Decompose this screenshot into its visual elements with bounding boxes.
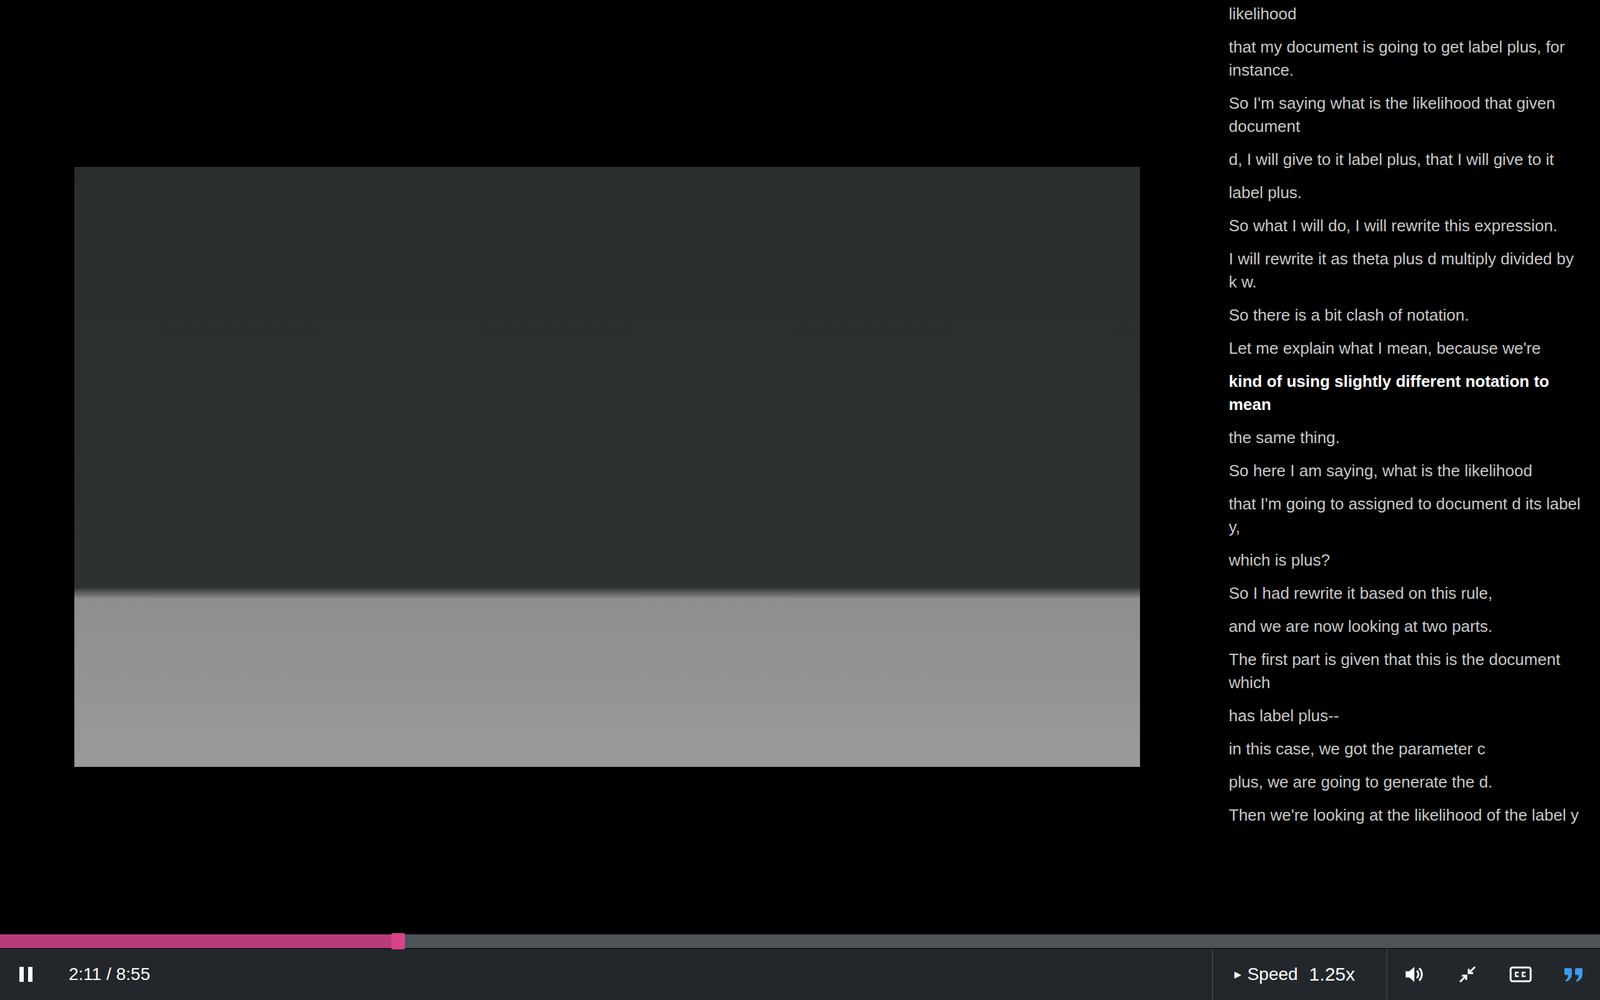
- transcript-line[interactable]: in this case, we got the parameter c: [1228, 737, 1587, 761]
- transcript-line[interactable]: Then we're looking at the likelihood of …: [1228, 803, 1587, 827]
- transcript-line[interactable]: So I had rewrite it based on this rule,: [1228, 581, 1587, 605]
- speed-button[interactable]: ▸ Speed 1.25x: [1213, 948, 1388, 1000]
- transcript-line[interactable]: plus, we are going to generate the d.: [1228, 770, 1587, 794]
- control-bar: 2:11 / 8:55 ▸ Speed 1.25x: [0, 948, 1600, 1000]
- captions-icon: [1509, 965, 1532, 984]
- transcript-line[interactable]: The first part is given that this is the…: [1228, 648, 1587, 695]
- captions-button[interactable]: [1493, 948, 1547, 1000]
- transcript-line[interactable]: that I'm going to assigned to document d…: [1228, 492, 1587, 539]
- transcript-line[interactable]: d, I will give to it label plus, that I …: [1228, 148, 1587, 172]
- transcript-line[interactable]: Let me explain what I mean, because we'r…: [1228, 336, 1587, 360]
- transcript-line[interactable]: has label plus--: [1228, 704, 1587, 728]
- progress-fill: [0, 934, 395, 949]
- transcript-line[interactable]: label plus.: [1228, 181, 1587, 205]
- play-pause-button[interactable]: [0, 948, 53, 1000]
- speed-label: Speed: [1247, 964, 1299, 985]
- transcript-button[interactable]: [1546, 948, 1600, 1000]
- transcript-line[interactable]: So here I am saying, what is the likelih…: [1228, 459, 1587, 483]
- transcript-line[interactable]: which is plus?: [1228, 548, 1587, 572]
- transcript-line[interactable]: I will rewrite it as theta plus d multip…: [1228, 247, 1587, 294]
- volume-icon: [1403, 965, 1425, 984]
- progress-handle[interactable]: [391, 933, 405, 950]
- video-player: likelihood that my document is going to g…: [0, 0, 1600, 1000]
- progress-bar[interactable]: [0, 933, 1600, 949]
- transcript-line[interactable]: the same thing.: [1228, 426, 1587, 450]
- transcript-line[interactable]: So what I will do, I will rewrite this e…: [1228, 214, 1587, 238]
- speed-arrow-icon: ▸: [1234, 966, 1242, 983]
- transcript-line[interactable]: likelihood: [1228, 2, 1587, 26]
- transcript-line[interactable]: So I'm saying what is the likelihood tha…: [1228, 91, 1587, 139]
- quote-icon: [1563, 965, 1585, 984]
- transcript-line[interactable]: and we are now looking at two parts.: [1228, 615, 1587, 639]
- transcript-line[interactable]: So there is a bit clash of notation.: [1228, 303, 1587, 327]
- transcript-line[interactable]: that my document is going to get label p…: [1228, 35, 1587, 82]
- video-area: [0, 0, 1215, 934]
- player-body: likelihood that my document is going to g…: [0, 0, 1600, 934]
- exit-fullscreen-button[interactable]: [1440, 948, 1494, 1000]
- progress-track: [0, 934, 1600, 949]
- speed-value: 1.25x: [1309, 963, 1355, 985]
- exit-fullscreen-icon: [1458, 965, 1477, 984]
- transcript-line[interactable]: kind of using slightly different notatio…: [1228, 370, 1587, 417]
- video-frame[interactable]: [74, 166, 1140, 767]
- time-display: 2:11 / 8:55: [68, 964, 150, 985]
- pause-icon: [17, 965, 35, 984]
- volume-button[interactable]: [1387, 948, 1441, 1000]
- transcript-panel: likelihood that my document is going to g…: [1214, 0, 1600, 934]
